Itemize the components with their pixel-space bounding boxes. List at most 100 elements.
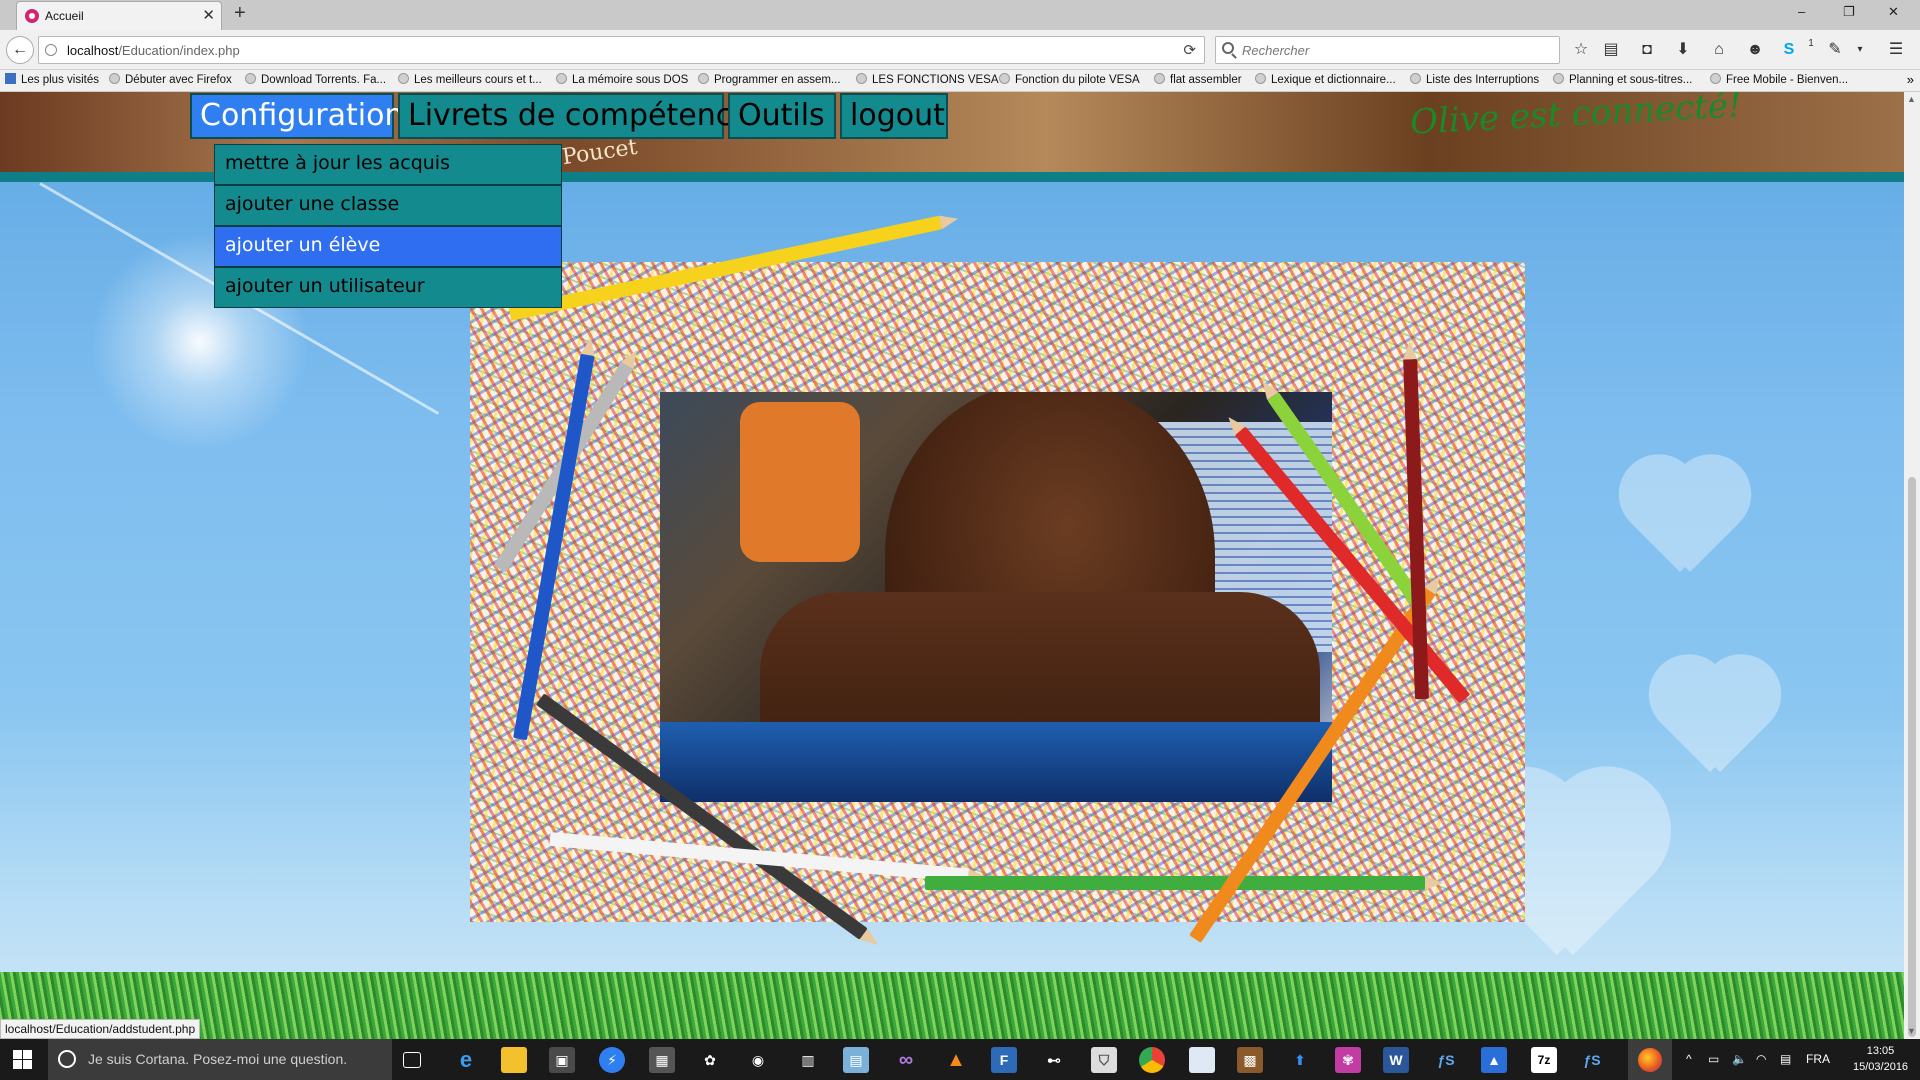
bookmarks-toolbar: Les plus visités Débuter avec Firefox Do… (0, 70, 1920, 92)
chrome-icon[interactable] (1139, 1047, 1165, 1073)
vertical-scrollbar[interactable]: ▲ ▼ (1904, 92, 1920, 1039)
addon-icon[interactable]: ✎ (1825, 40, 1845, 60)
bookmark-item[interactable]: Lexique et dictionnaire... (1255, 73, 1396, 86)
menu-configuration[interactable]: Configuration (190, 93, 403, 139)
cortana-icon (58, 1050, 76, 1068)
tab-title: Accueil (45, 9, 84, 23)
site-identity-icon[interactable] (45, 44, 57, 56)
network-drive-icon[interactable]: ⊷ (1041, 1047, 1067, 1073)
bookmark-item[interactable]: Liste des Interruptions (1410, 73, 1539, 86)
skype-icon[interactable]: S (1779, 40, 1799, 60)
overflow-chevron-icon[interactable]: ▾ (1850, 40, 1870, 60)
minimize-button[interactable]: – (1798, 4, 1805, 19)
bookmark-item[interactable]: Les meilleurs cours et t... (398, 73, 542, 86)
archive-app-icon[interactable]: ▩ (1237, 1047, 1263, 1073)
tray-expand-icon[interactable]: ^ (1686, 1052, 1692, 1066)
menu-outils[interactable]: Outils (728, 93, 836, 139)
arrow-app-icon[interactable]: ⬆ (1287, 1047, 1313, 1073)
clock[interactable]: 13:05 15/03/2016 (1853, 1043, 1908, 1075)
restore-button[interactable]: ❐ (1843, 4, 1855, 20)
bookmark-item[interactable]: Planning et sous-titres... (1553, 73, 1692, 86)
edge-icon[interactable]: e (453, 1047, 479, 1073)
address-bar[interactable]: localhost/Education/index.php ⟳ (38, 36, 1205, 64)
tab-close-icon[interactable]: ✕ (202, 6, 215, 24)
windows-start-icon[interactable] (13, 1050, 33, 1070)
url-path: /Education/index.php (118, 43, 240, 58)
security-shield-icon[interactable]: ⛉ (1091, 1047, 1117, 1073)
action-center-icon[interactable]: ▤ (1780, 1052, 1791, 1066)
bookmark-item[interactable]: Programmer en assem... (698, 73, 841, 86)
home-icon[interactable]: ⌂ (1709, 40, 1729, 60)
scrollbar-thumb[interactable] (1908, 477, 1916, 1037)
photo-notebook (660, 722, 1332, 802)
tab-strip: Accueil ✕ + – ❐ ✕ (0, 0, 1920, 30)
configuration-dropdown: mettre à jour les acquis ajouter une cla… (214, 144, 562, 308)
db-app-2-icon[interactable]: ƒS (1579, 1047, 1605, 1073)
menu-livrets-de-competence[interactable]: Livrets de compétence (398, 93, 751, 139)
close-window-button[interactable]: ✕ (1888, 4, 1899, 20)
cortana-placeholder: Je suis Cortana. Posez-moi une question. (88, 1051, 348, 1067)
scroll-up-icon[interactable]: ▲ (1907, 94, 1916, 104)
bookmark-item[interactable]: Fonction du pilote VESA (999, 73, 1140, 86)
db-app-icon[interactable]: ƒS (1433, 1047, 1459, 1073)
dropdown-update-acquis[interactable]: mettre à jour les acquis (214, 144, 562, 185)
calculator-icon[interactable]: ▦ (649, 1047, 675, 1073)
green-pencil (925, 876, 1443, 890)
dropdown-add-class[interactable]: ajouter une classe (214, 185, 562, 226)
visual-studio-icon[interactable]: ∞ (893, 1047, 919, 1073)
image-viewer-icon[interactable]: ▤ (843, 1047, 869, 1073)
bookmark-item[interactable]: flat assembler (1154, 73, 1242, 86)
reload-icon[interactable]: ⟳ (1183, 41, 1196, 59)
menu-logout[interactable]: logout (840, 93, 948, 139)
network-app-icon[interactable]: ▥ (795, 1047, 821, 1073)
bookmark-item[interactable]: LES FONCTIONS VESA (856, 73, 999, 86)
wifi-icon[interactable]: ◠ (1756, 1052, 1766, 1066)
globe-icon (1154, 73, 1165, 84)
hello-icon[interactable]: ☻ (1745, 40, 1765, 60)
pocket-icon[interactable]: ◘ (1637, 40, 1657, 60)
language-indicator[interactable]: FRA (1806, 1052, 1830, 1066)
cortana-search-box[interactable]: Je suis Cortana. Posez-moi une question. (48, 1039, 392, 1080)
bookmark-item[interactable]: Les plus visités (5, 73, 99, 86)
bookmark-item[interactable]: Download Torrents. Fa... (245, 73, 386, 86)
volume-icon[interactable]: 🔈 (1732, 1052, 1747, 1066)
page-viewport: Poucet Olive est connecté! Configuration… (0, 92, 1904, 1039)
navigation-toolbar: ← localhost/Education/index.php ⟳ Recher… (0, 30, 1920, 70)
new-tab-button[interactable]: + (234, 2, 246, 25)
bookmark-item[interactable]: La mémoire sous DOS (556, 73, 688, 86)
document-app-icon[interactable] (1189, 1047, 1215, 1073)
clock-date: 15/03/2016 (1853, 1061, 1909, 1073)
battery-icon[interactable]: ▭ (1708, 1052, 1719, 1066)
cloud-heart (1640, 662, 1790, 772)
fsharp-app-icon[interactable]: F (991, 1047, 1017, 1073)
paint-icon[interactable]: ✿ (697, 1047, 723, 1073)
tab-accueil[interactable]: Accueil ✕ (16, 1, 222, 30)
bookmark-item[interactable]: Free Mobile - Bienven... (1710, 73, 1848, 86)
bookmark-star-icon[interactable]: ☆ (1571, 40, 1591, 60)
globe-icon (109, 73, 120, 84)
file-explorer-icon[interactable] (501, 1047, 527, 1073)
dropdown-add-user[interactable]: ajouter un utilisateur (214, 267, 562, 308)
word-icon[interactable]: W (1383, 1047, 1409, 1073)
hamburger-menu-icon[interactable]: ☰ (1886, 40, 1906, 60)
search-bar[interactable]: Rechercher (1215, 36, 1560, 64)
download-icon[interactable]: ⬇ (1673, 40, 1693, 60)
lightning-app-icon[interactable]: ⚡ (599, 1047, 625, 1073)
dropdown-add-student[interactable]: ajouter un élève (214, 226, 562, 267)
bookmark-item[interactable]: Débuter avec Firefox (109, 73, 232, 86)
vlc-icon[interactable]: ▲ (943, 1047, 969, 1073)
task-view-icon[interactable] (403, 1052, 421, 1068)
reading-list-icon[interactable]: ▤ (1601, 40, 1621, 60)
bookmarks-overflow-icon[interactable]: » (1907, 72, 1914, 87)
scroll-down-icon[interactable]: ▼ (1907, 1026, 1916, 1036)
gamepad-icon[interactable]: ◉ (745, 1047, 771, 1073)
globe-icon (698, 73, 709, 84)
triangle-app-icon[interactable]: ▲ (1481, 1047, 1507, 1073)
firefox-taskbar-button[interactable] (1628, 1039, 1672, 1080)
7zip-icon[interactable]: 7z (1531, 1047, 1557, 1073)
search-icon (1222, 42, 1234, 54)
notification-badge[interactable]: 1 (1801, 34, 1821, 54)
purple-app-icon[interactable]: ✾ (1335, 1047, 1361, 1073)
store-icon[interactable]: ▣ (549, 1047, 575, 1073)
back-arrow-icon[interactable]: ← (6, 36, 34, 64)
